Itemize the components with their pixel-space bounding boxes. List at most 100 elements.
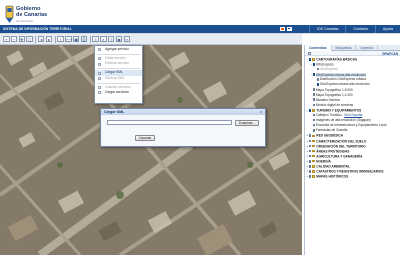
menu-item-label: Eliminar servicio [105,61,129,66]
top-nav: IDE Canarias Contacto Ayuda [309,25,400,33]
identify-icon[interactable]: i [57,35,64,43]
save-services-icon [98,85,101,89]
nav-ide-canarias[interactable]: IDE Canarias [309,25,345,33]
zoom-out-icon[interactable]: − [10,35,18,43]
layer-checkbox[interactable] [312,103,316,107]
folder-icon [311,134,316,138]
layer-checkbox[interactable] [308,154,312,158]
link-icon[interactable]: ∞ [123,35,131,43]
layer-checkbox[interactable] [312,63,316,66]
layer-checkbox[interactable] [308,170,312,173]
print-icon[interactable]: ⎙ [80,35,88,43]
layer-checkbox[interactable] [308,109,312,112]
map-toolbar: + − ✥ ◻ ◂ ▸ i ⟷ ▣ ⎙ ≡ ⌕ ? ◉ ∞ [0,34,302,45]
menu-item-label: Editar servicio [105,55,126,60]
layer-label: Mosaico Sombra [315,97,340,102]
menu-item-eliminar-servicio[interactable]: Eliminar servicio [95,61,142,66]
kml-file-input[interactable] [107,120,232,125]
layer-group[interactable]: + MAPAS HISTÓRICOS [306,174,400,179]
layer-label: Encuesta de Infraestructura y Equipamien… [315,123,387,128]
menu-item-label: Agregar servicio [105,47,129,51]
layer-tree: − CARTOGRAFÍAS BÁSICAS − OrtoExpress OrtoExp… [306,57,400,179]
menu-item-cargar-servicios[interactable]: Cargar servicios [95,90,142,95]
info-icon[interactable]: ◉ [115,35,123,43]
folder-icon [311,165,316,168]
load-kml-dialog: Cargar KML × Examinar... Cancelar [100,108,266,147]
menu-item-label: Eliminar KML [105,75,125,80]
layer-checkbox[interactable] [308,149,312,153]
layer-label: OrtoExpress [319,67,338,72]
panel-toolbar: GRAFCAN [305,51,400,56]
layer-checkbox[interactable] [316,78,320,81]
top-bar: SISTEMA DE INFORMACIÓN TERRITORIAL IDE C… [0,25,400,33]
english-flag-icon[interactable] [287,26,292,31]
layers-icon[interactable]: ≡ [92,35,99,43]
spanish-flag-icon[interactable] [280,26,285,31]
menu-item-label: Cargar KML [105,70,123,75]
zoom-in-icon[interactable]: + [3,35,10,43]
layer-checkbox[interactable] [308,134,312,138]
layer-label: Imágenes de alta resolución (Gigapan) [315,118,371,123]
folder-icon [311,170,316,173]
folder-icon [311,109,316,112]
contents-panel: Contenidos Búsquedas Leyenda GRAFCAN − CA… [304,45,400,255]
layer-checkbox[interactable] [312,93,316,96]
pan-icon[interactable]: ✥ [18,35,26,43]
layer-label: ORDENACIÓN DEL TERRITORIO [316,143,366,148]
layer-checkbox[interactable] [312,118,316,122]
layer-checkbox[interactable] [308,165,312,168]
folder-icon [311,139,316,143]
layer-label: TURISMO Y EQUIPAMIENTOS [316,108,362,113]
menu-item-eliminar-kml[interactable]: Eliminar KML [95,76,142,81]
layer-checkbox[interactable] [316,83,320,86]
layer-label: CARTOGRAFÍAS BÁSICAS [316,57,358,62]
menu-item-agregar-servicio[interactable]: Agregar servicio [95,47,142,52]
layer-label: OrtoExpress urbana alta resolución [315,72,366,77]
cancel-button[interactable]: Cancelar [135,135,155,141]
layer-checkbox[interactable] [308,139,312,143]
layer-checkbox[interactable] [308,159,312,163]
layer-checkbox[interactable] [312,128,316,132]
layer-label: RED GEODÉSICA [316,133,344,138]
layer-label: OrtoExpress [315,62,334,67]
menu-item-label: Cargar servicios [105,90,129,95]
map-view[interactable] [0,45,302,255]
app-header: Gobierno de Canarias un ciero piso SISTE… [0,0,400,34]
layer-checkbox[interactable] [312,73,316,76]
toolbar-separator [54,35,56,43]
search-icon[interactable]: ⌕ [100,35,107,43]
layer-link[interactable]: Sólo España [344,113,362,117]
next-view-icon[interactable]: ▸ [45,35,53,43]
brand-name: Gobierno de Canarias [16,6,47,18]
layer-checkbox[interactable] [312,123,316,127]
layer-checkbox[interactable] [308,58,312,61]
services-context-menu: Agregar servicio Editar servicio Elimina… [94,45,143,104]
layer-checkbox[interactable] [308,144,312,148]
nav-ayuda[interactable]: Ayuda [374,25,400,33]
layer-label: Callejero Turístico - [315,113,345,118]
full-extent-icon[interactable]: ◻ [26,35,33,43]
language-selector [280,26,292,31]
measure-icon[interactable]: ⟷ [65,35,72,43]
layer-label: Distribución OrtoExpress urbana [319,77,366,82]
layer-checkbox[interactable] [312,88,316,91]
browse-button[interactable]: Examinar... [235,119,259,126]
services-menu-icon[interactable] [308,52,311,55]
toolbar-separator [89,35,91,43]
menu-item-label: Guardar servicios [105,84,131,89]
layer-checkbox[interactable] [312,113,316,117]
help-icon[interactable]: ? [107,35,115,43]
grafcan-logo: GRAFCAN [382,51,398,56]
select-icon[interactable]: ▣ [72,35,80,43]
close-icon[interactable]: × [259,110,263,114]
nav-contacto[interactable]: Contacto [345,25,374,33]
previous-view-icon[interactable]: ◂ [37,35,45,43]
coat-of-arms-icon [5,5,14,23]
layer-label: CALIDAD AMBIENTAL [316,164,350,169]
layer-checkbox[interactable] [316,67,320,71]
layer-label: MAPAS HISTÓRICOS [316,174,349,179]
brand-subtitle: un ciero piso [16,19,34,23]
layer-checkbox[interactable] [308,175,312,178]
folder-icon [311,149,316,153]
layer-checkbox[interactable] [312,98,316,102]
